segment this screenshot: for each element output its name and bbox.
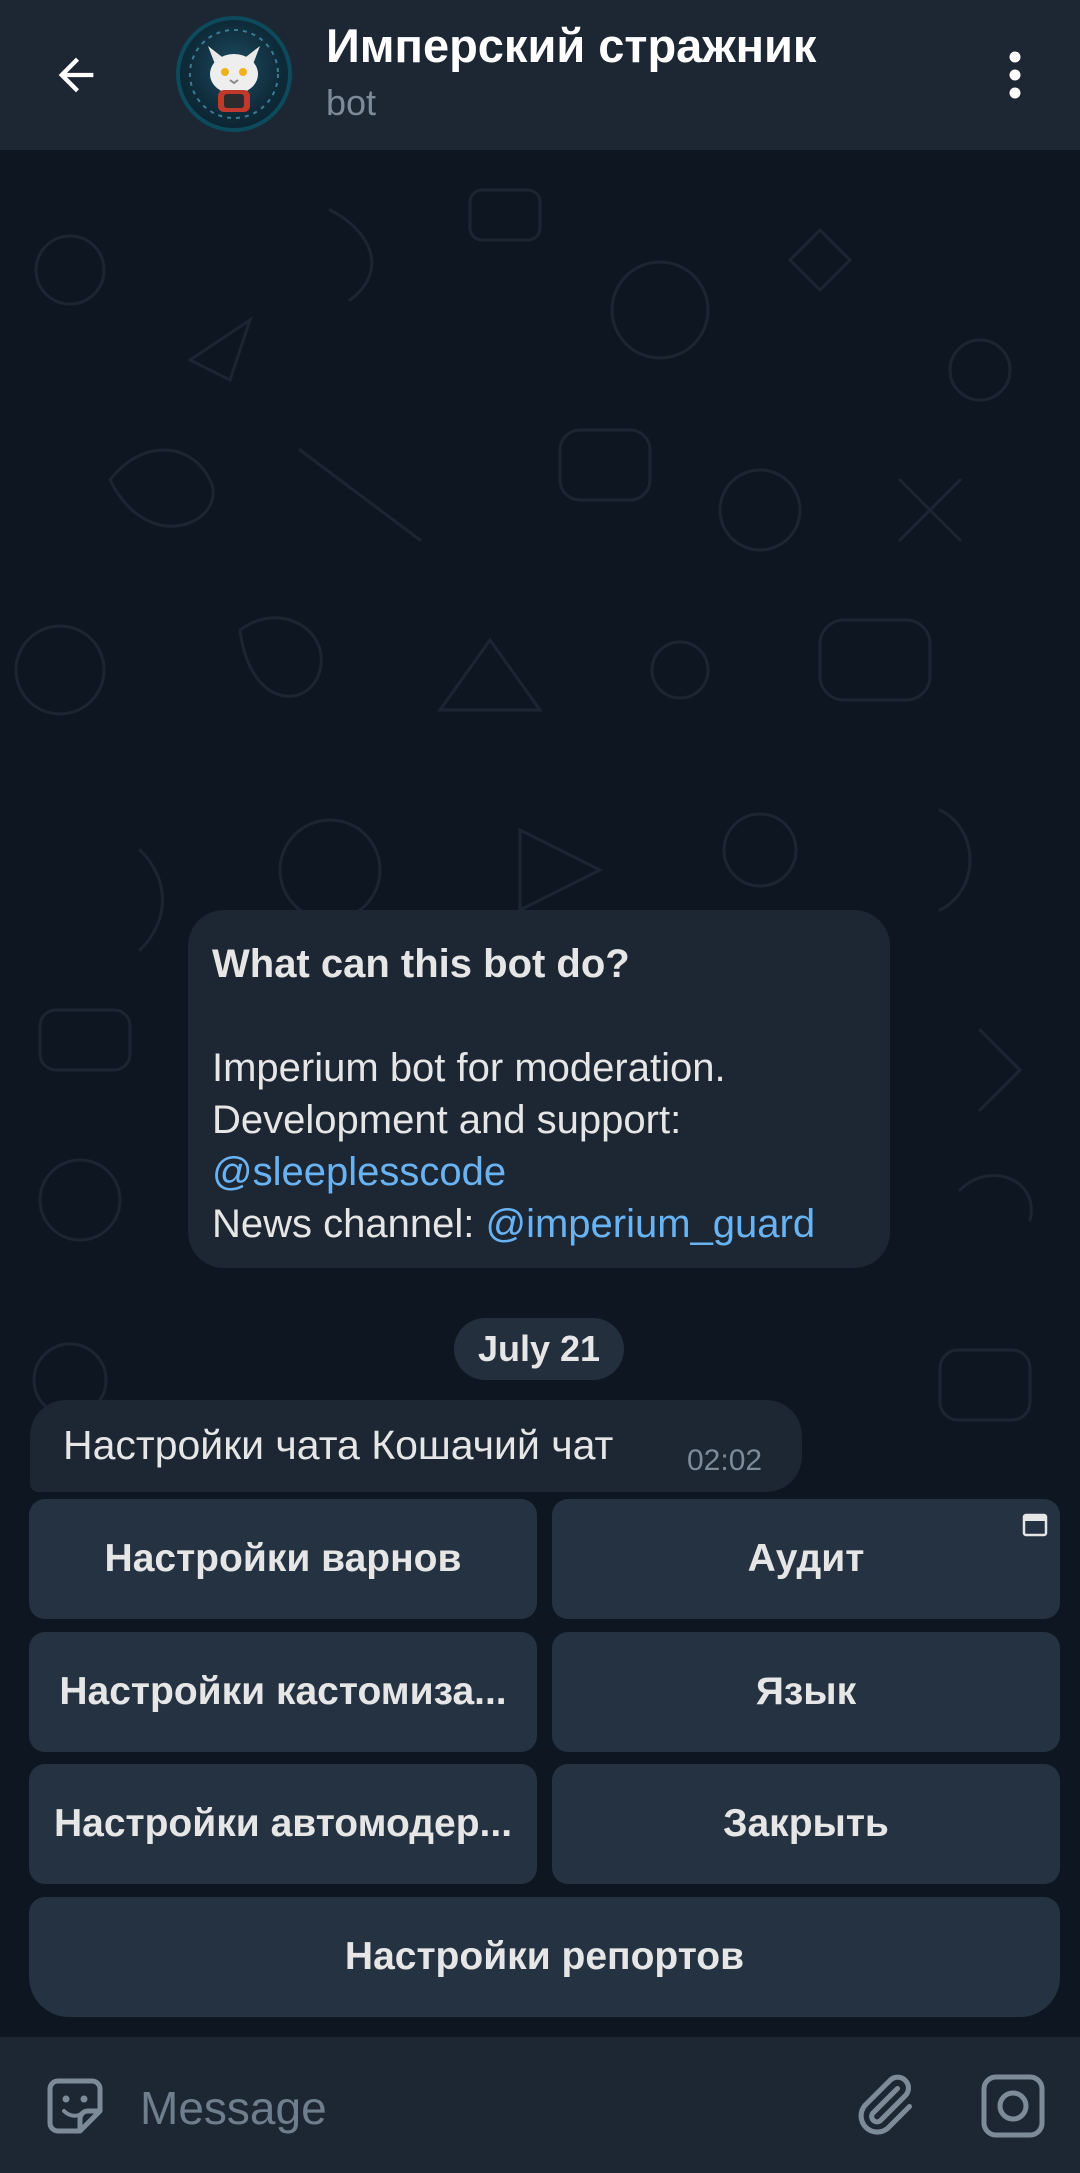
incoming-message[interactable]: Настройки чата Кошачий чат 02:02: [30, 1400, 802, 1492]
reports-settings-button[interactable]: Настройки репортов: [29, 1897, 1060, 2017]
bot-avatar[interactable]: [176, 16, 292, 132]
customization-settings-button[interactable]: Настройки кастомиза...: [29, 1632, 537, 1752]
paperclip-icon: [858, 2074, 913, 2135]
customization-settings-label: Настройки кастомиза...: [59, 1670, 507, 1713]
bot-description-body: Imperium bot for moderation. Development…: [212, 1042, 866, 1250]
sticker-smile-icon: [47, 2078, 103, 2134]
audit-button[interactable]: Аудит: [552, 1499, 1060, 1619]
description-line-1: Imperium bot for moderation.: [212, 1046, 726, 1090]
bot-description-card: What can this bot do? Imperium bot for m…: [188, 910, 890, 1268]
warns-settings-label: Настройки варнов: [104, 1537, 462, 1580]
language-label: Язык: [755, 1670, 857, 1713]
chat-subtitle: bot: [326, 82, 377, 123]
close-label: Закрыть: [723, 1802, 889, 1845]
warns-settings-button[interactable]: Настройки варнов: [29, 1499, 537, 1619]
news-label: News channel:: [212, 1202, 486, 1246]
more-vertical-icon: [1009, 51, 1021, 99]
emoji-button[interactable]: [40, 2071, 110, 2141]
message-input[interactable]: [138, 2075, 822, 2141]
camera-icon: [981, 2074, 1045, 2138]
message-composer: [0, 2037, 1080, 2173]
date-separator: July 21: [454, 1318, 624, 1380]
back-button[interactable]: [36, 40, 116, 110]
cat-mascot-icon: [189, 29, 279, 119]
message-time: 02:02: [687, 1444, 763, 1477]
automod-settings-button[interactable]: Настройки автомодер...: [29, 1764, 537, 1884]
support-link[interactable]: @sleeplesscode: [212, 1150, 506, 1194]
camera-button[interactable]: [978, 2071, 1048, 2141]
reports-settings-label: Настройки репортов: [344, 1935, 745, 1978]
message-text: Настройки чата Кошачий чат: [63, 1422, 614, 1468]
close-button[interactable]: Закрыть: [552, 1764, 1060, 1884]
news-channel-link[interactable]: @imperium_guard: [485, 1202, 815, 1246]
chat-background: What can this bot do? Imperium bot for m…: [0, 150, 1080, 2037]
attach-button[interactable]: [848, 2069, 920, 2141]
chat-header: Имперский стражник bot: [0, 0, 1080, 150]
automod-settings-label: Настройки автомодер...: [53, 1802, 513, 1845]
audit-label: Аудит: [747, 1537, 865, 1580]
language-button[interactable]: Язык: [552, 1632, 1060, 1752]
more-menu-button[interactable]: [985, 40, 1045, 110]
bot-description-heading: What can this bot do?: [212, 942, 630, 986]
chat-title[interactable]: Имперский стражник: [326, 18, 816, 73]
description-line-2: Development and support:: [212, 1098, 682, 1142]
web-app-icon: [1022, 1513, 1048, 1537]
arrow-left-icon: [58, 57, 94, 93]
